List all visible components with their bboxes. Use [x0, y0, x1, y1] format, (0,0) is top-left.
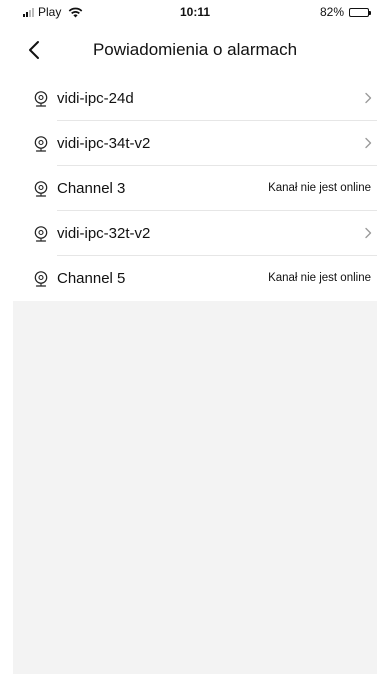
- chevron-right-icon: [365, 227, 372, 239]
- status-bar: Play 10:11 82%: [13, 0, 377, 24]
- status-bar-right: 82%: [319, 5, 371, 19]
- battery-icon: [349, 7, 371, 17]
- device-row[interactable]: vidi-ipc-34t-v2: [13, 121, 377, 166]
- battery-percent: 82%: [319, 5, 344, 19]
- camera-icon: [34, 91, 48, 107]
- chevron-right-icon: [365, 137, 372, 149]
- offline-status: Kanał nie jest online: [268, 182, 371, 194]
- device-name: vidi-ipc-32t-v2: [57, 225, 151, 242]
- device-row[interactable]: Channel 3 Kanał nie jest online: [13, 166, 377, 211]
- camera-icon: [34, 136, 48, 152]
- device-name: vidi-ipc-24d: [57, 90, 134, 107]
- device-row[interactable]: Channel 5 Kanał nie jest online: [13, 256, 377, 301]
- offline-status: Kanał nie jest online: [268, 272, 371, 284]
- camera-icon: [34, 271, 48, 287]
- left-margin: [0, 0, 13, 674]
- device-list: vidi-ipc-24d vidi-ipc-34t-v2 Channel 3 Kana…: [13, 76, 377, 301]
- camera-icon: [34, 181, 48, 197]
- device-name: Channel 3: [57, 180, 126, 197]
- app-screen: Play 10:11 82% Powiadomienia o alarmach …: [13, 0, 377, 674]
- device-name: vidi-ipc-34t-v2: [57, 135, 151, 152]
- camera-icon: [34, 226, 48, 242]
- device-row[interactable]: vidi-ipc-24d: [13, 76, 377, 121]
- chevron-right-icon: [365, 92, 372, 104]
- navigation-bar: Powiadomienia o alarmach: [13, 24, 377, 76]
- device-name: Channel 5: [57, 270, 126, 287]
- page-title: Powiadomienia o alarmach: [92, 40, 298, 59]
- device-row[interactable]: vidi-ipc-32t-v2: [13, 211, 377, 256]
